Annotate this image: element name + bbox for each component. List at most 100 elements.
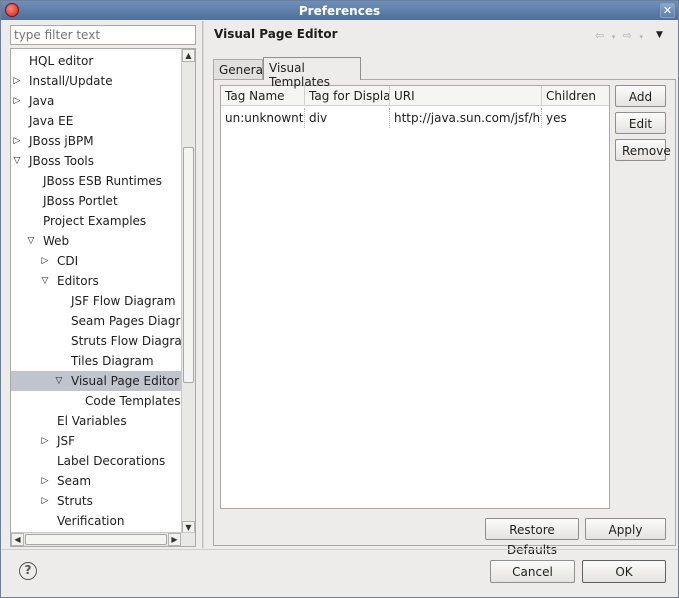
tree-item-label: Tiles Diagram: [71, 354, 154, 368]
preferences-window: Preferences ✕ HQL editor▷Install/Update▷…: [0, 0, 679, 598]
splitter-sash[interactable]: [202, 21, 204, 548]
expanded-arrow-icon[interactable]: ▽: [53, 371, 65, 391]
scroll-left-icon[interactable]: ◀: [11, 533, 24, 546]
expanded-arrow-icon[interactable]: ▽: [11, 151, 23, 171]
tree-item-label: Seam: [57, 474, 92, 488]
tree-item-label: Install/Update: [29, 74, 113, 88]
restore-defaults-button[interactable]: Restore Defaults: [485, 518, 579, 557]
tree-horizontal-scrollbar[interactable]: ◀ ▶: [11, 532, 195, 546]
tree-item[interactable]: HQL editor: [11, 51, 183, 71]
preferences-tree: HQL editor ▷ Install/Update ▷ Java Java EE ▷ JB…: [10, 48, 196, 547]
forward-arrow-icon[interactable]: ⇨: [623, 29, 632, 42]
tree-item-label: Code Templates: [85, 394, 181, 408]
view-menu-icon[interactable]: ▼: [656, 30, 663, 40]
tree-item[interactable]: ▽ Editors: [11, 271, 183, 291]
tree-item-label: Java: [29, 94, 55, 108]
expanded-arrow-icon[interactable]: ▽: [39, 271, 51, 291]
apply-button[interactable]: Apply: [585, 518, 666, 540]
tree-item-label: Editors: [57, 274, 99, 288]
tree-item[interactable]: Struts Flow Diagram: [11, 331, 183, 351]
tree-item[interactable]: Seam Pages Diagram: [11, 311, 183, 331]
tree-vertical-scrollbar[interactable]: ▲ ▼: [181, 49, 195, 534]
cancel-button[interactable]: Cancel: [490, 560, 575, 583]
collapsed-arrow-icon[interactable]: ▷: [11, 91, 23, 111]
cell-children: yes: [546, 111, 567, 125]
scroll-right-icon[interactable]: ▶: [168, 533, 181, 546]
scroll-thumb[interactable]: [183, 147, 194, 383]
collapsed-arrow-icon[interactable]: ▷: [39, 471, 51, 491]
tree-item[interactable]: ▷ JSF: [11, 431, 183, 451]
collapsed-arrow-icon[interactable]: ▷: [39, 491, 51, 511]
cell-tag-name: un:unknowntag: [221, 108, 305, 128]
tree-item[interactable]: ▷ JBoss jBPM: [11, 131, 183, 151]
tree-item[interactable]: Label Decorations: [11, 451, 183, 471]
back-arrow-icon[interactable]: ⇦: [595, 29, 604, 42]
app-icon: [5, 3, 19, 17]
tree-item-label: Seam Pages Diagram: [71, 314, 183, 328]
tree-item[interactable]: JBoss Portlet: [11, 191, 183, 211]
tree-item[interactable]: Verification: [11, 511, 183, 531]
tree-item-label: Web: [43, 234, 70, 248]
add-button[interactable]: Add: [615, 85, 666, 107]
tree-item-label: JSF: [57, 434, 76, 448]
tree-item-label: El Variables: [57, 414, 127, 428]
divider: [1, 549, 678, 550]
tree-item-label: JBoss jBPM: [29, 134, 94, 148]
column-header-uri[interactable]: URI: [390, 86, 542, 106]
templates-table[interactable]: Tag Name Tag for Display URI Children un…: [220, 85, 610, 509]
tree-item[interactable]: El Variables: [11, 411, 183, 431]
tree-item-label: JSF Flow Diagram: [71, 294, 176, 308]
tree-item[interactable]: ▷ Struts: [11, 491, 183, 511]
collapsed-arrow-icon[interactable]: ▷: [39, 251, 51, 271]
remove-button[interactable]: Remove: [615, 139, 671, 161]
back-dropdown-icon[interactable]: ▾: [612, 33, 616, 41]
help-icon[interactable]: ?: [19, 562, 37, 580]
tree-item-label: Verification: [57, 514, 125, 528]
tree-item-label: Java EE: [29, 114, 74, 128]
hscroll-thumb[interactable]: [25, 534, 167, 545]
collapsed-arrow-icon[interactable]: ▷: [11, 71, 23, 91]
cell-uri: http://java.sun.com/jsf/html: [390, 108, 542, 128]
scroll-up-icon[interactable]: ▲: [182, 49, 195, 62]
tree-item[interactable]: JSF Flow Diagram: [11, 291, 183, 311]
tab-visual-templates[interactable]: Visual Templates: [263, 57, 361, 89]
column-header-children[interactable]: Children: [542, 86, 609, 106]
tree-item-label: Struts: [57, 494, 93, 508]
column-header-tag-for-display[interactable]: Tag for Display: [305, 86, 390, 106]
tree-item[interactable]: ▷ Seam: [11, 471, 183, 491]
tree-item-label: JBoss ESB Runtimes: [43, 174, 163, 188]
ok-button[interactable]: OK: [582, 560, 666, 583]
tree-item[interactable]: Tiles Diagram: [11, 351, 183, 371]
collapsed-arrow-icon[interactable]: ▷: [11, 131, 23, 151]
close-icon[interactable]: ✕: [660, 3, 675, 18]
tree-item[interactable]: ▽ Visual Page Editor: [11, 371, 183, 391]
page-title: Visual Page Editor: [214, 27, 338, 41]
tree-item-label: Project Examples: [43, 214, 147, 228]
tree-item[interactable]: ▷ Java: [11, 91, 183, 111]
tree-item-label: HQL editor: [29, 54, 94, 68]
tree-item-label: Label Decorations: [57, 454, 166, 468]
edit-button[interactable]: Edit: [615, 112, 666, 134]
forward-dropdown-icon[interactable]: ▾: [639, 33, 643, 41]
tree-item[interactable]: JBoss ESB Runtimes: [11, 171, 183, 191]
tree-item[interactable]: Java EE: [11, 111, 183, 131]
collapsed-arrow-icon[interactable]: ▷: [39, 431, 51, 451]
expanded-arrow-icon[interactable]: ▽: [25, 231, 37, 251]
tree-item[interactable]: ▷ CDI: [11, 251, 183, 271]
tree-item-label: Struts Flow Diagram: [71, 334, 183, 348]
tab-general[interactable]: General: [213, 59, 266, 79]
tree-item-label: Visual Page Editor: [71, 374, 180, 388]
tree-item-label: CDI: [57, 254, 79, 268]
column-header-tag-name[interactable]: Tag Name: [221, 86, 305, 106]
tree-item-label: JBoss Portlet: [43, 194, 118, 208]
tree-item[interactable]: ▽ Web: [11, 231, 183, 251]
title-bar: Preferences ✕: [1, 1, 678, 20]
tree-item[interactable]: ▷ Install/Update: [11, 71, 183, 91]
filter-input[interactable]: [10, 25, 196, 45]
tree-item[interactable]: ▽ JBoss Tools: [11, 151, 183, 171]
tree-item[interactable]: Code Templates: [11, 391, 183, 411]
tree-item-label: JBoss Tools: [29, 154, 94, 168]
window-title: Preferences: [298, 3, 381, 18]
cell-tag-for-display: div: [305, 108, 390, 128]
tree-item[interactable]: Project Examples: [11, 211, 183, 231]
